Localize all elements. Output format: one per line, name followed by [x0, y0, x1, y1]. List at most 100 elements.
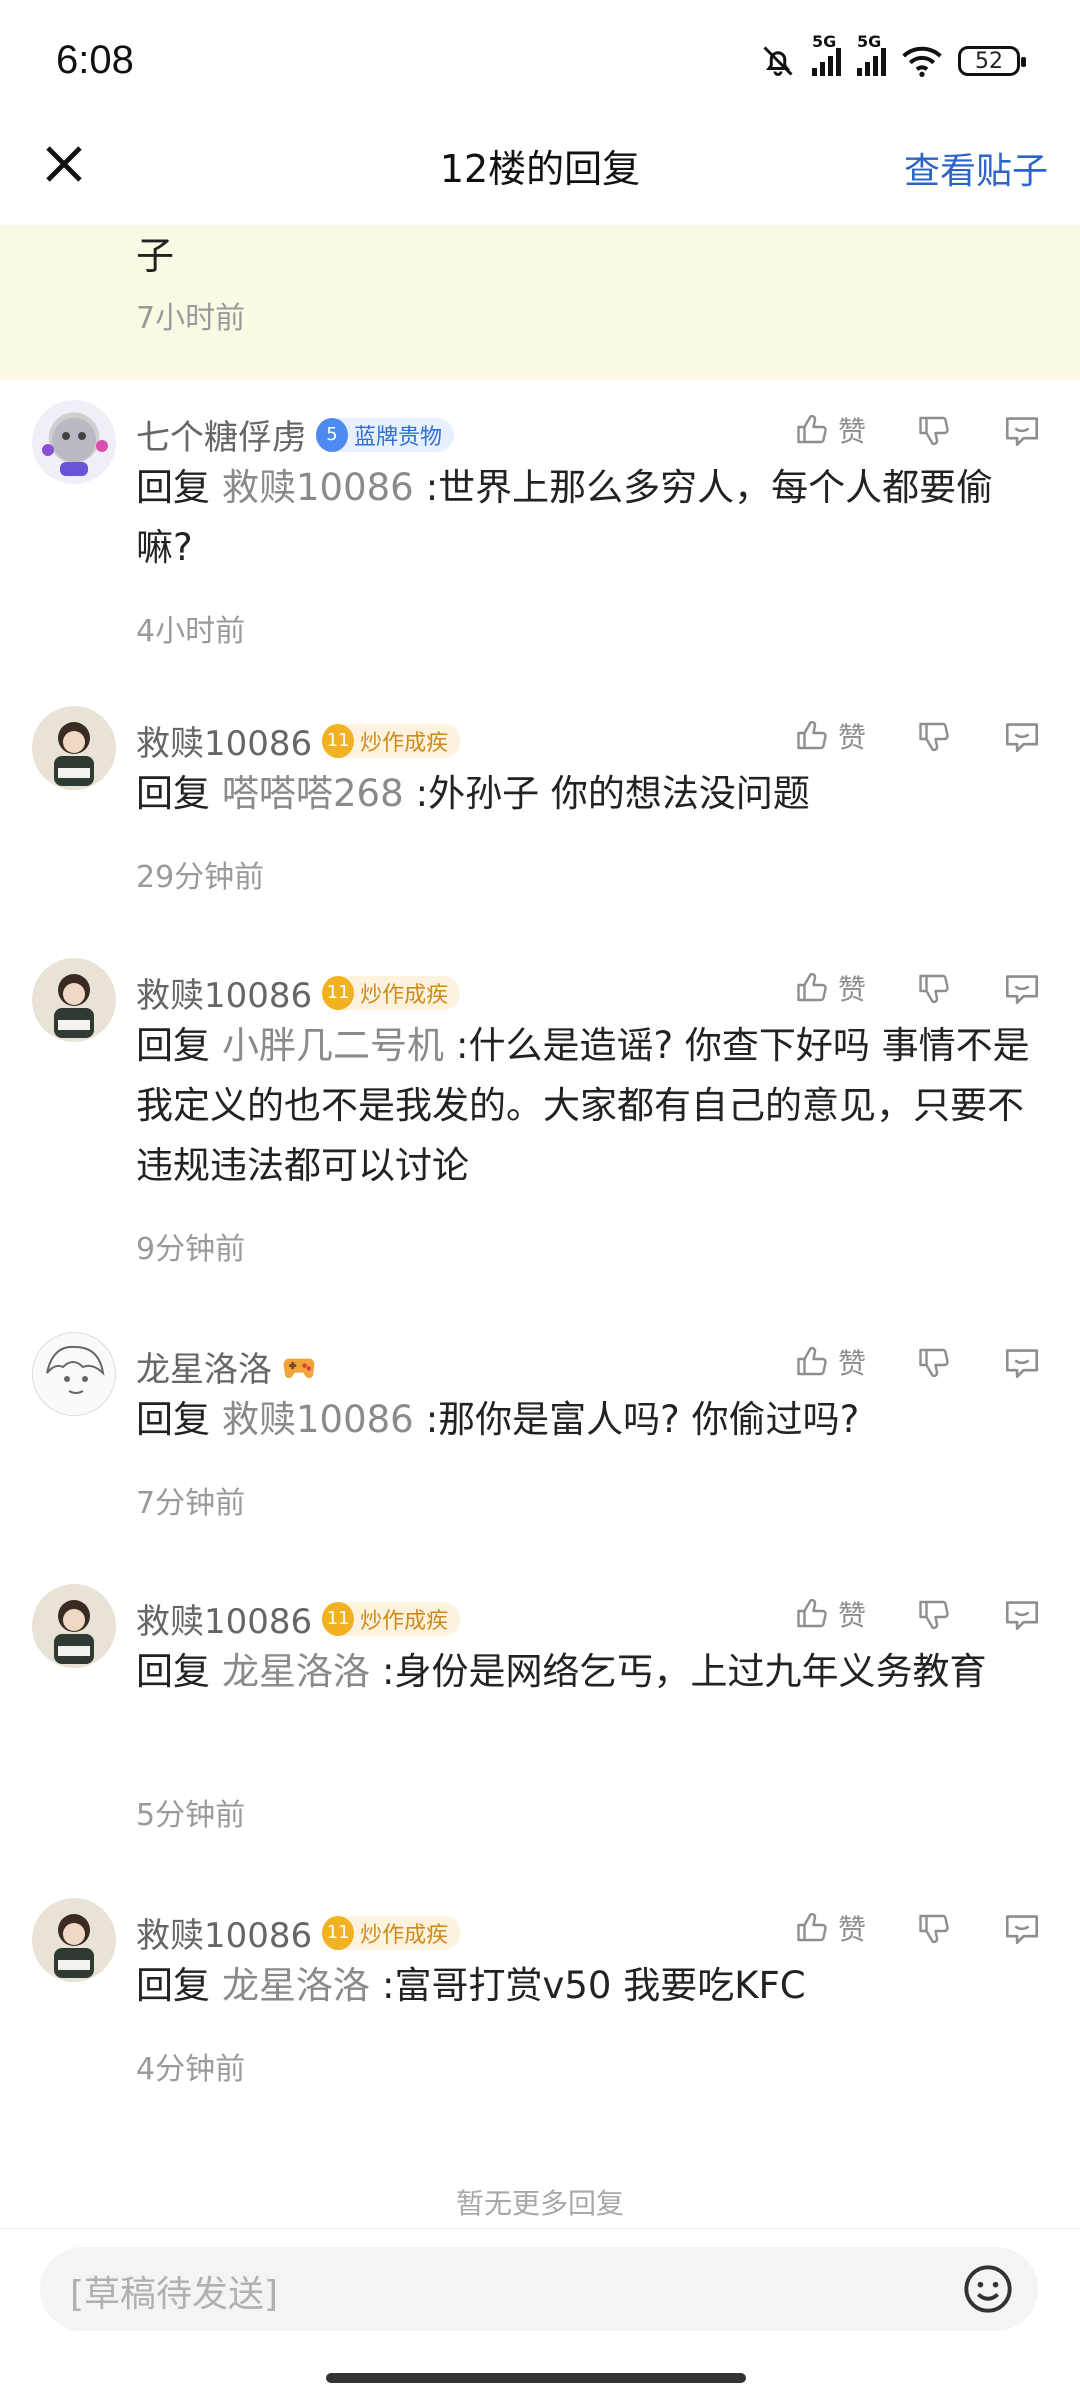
badge-label: 炒作成疾 — [360, 1608, 449, 1634]
username[interactable]: 救赎10086 11 炒作成疾 — [136, 968, 461, 1017]
floor-post-time: 7小时前 — [136, 301, 246, 336]
comment-item: 救赎10086 11 炒作成疾 赞 回复 龙星洛洛:富哥打赏v50 我要吃KFC … — [0, 1898, 1080, 2098]
fan-badge[interactable]: 11 炒作成疾 — [322, 975, 461, 1010]
comment-actions: 赞 — [794, 1908, 1042, 1948]
thumb-down-icon[interactable] — [916, 1910, 952, 1946]
avatar[interactable] — [32, 1332, 116, 1416]
reply-word: 回复 — [136, 1024, 210, 1067]
username-text: 救赎10086 — [136, 976, 313, 1016]
username-text: 救赎10086 — [136, 1602, 313, 1642]
thumb-down-icon[interactable] — [916, 970, 952, 1006]
username[interactable]: 龙星洛洛 — [136, 1342, 316, 1391]
comment-item: 救赎10086 11 炒作成疾 赞 回复 嗒嗒嗒268:外孙子 你的想法没问题 2… — [0, 706, 1080, 906]
reply-word: 回复 — [136, 1398, 210, 1441]
comment-item: 救赎10086 11 炒作成疾 赞 回复 小胖几二号机:什么是造谣? 你查下好吗 … — [0, 958, 1080, 1278]
username[interactable]: 七个糖俘虏 5 蓝牌贵物 — [136, 410, 455, 459]
reply-target[interactable]: 小胖几二号机 — [222, 1024, 444, 1067]
gamepad-icon — [283, 1358, 315, 1378]
avatar-image — [54, 1600, 94, 1664]
thumb-down-icon[interactable] — [916, 1344, 952, 1380]
badge-label: 炒作成疾 — [360, 982, 449, 1008]
reply-input-bar: [草稿待发送] — [0, 2228, 1080, 2401]
comment-text: :富哥打赏v50 我要吃KFC — [382, 1964, 806, 2007]
avatar[interactable] — [32, 706, 116, 790]
avatar[interactable] — [32, 1898, 116, 1982]
comment-item: 龙星洛洛 赞 回复 救赎10086:那你是富人吗? 你偷过吗? 7分钟前 — [0, 1332, 1080, 1532]
like-label: 赞 — [837, 721, 866, 754]
username[interactable]: 救赎10086 11 炒作成疾 — [136, 1594, 461, 1643]
reply-target[interactable]: 救赎10086 — [222, 466, 414, 509]
like-label: 赞 — [837, 1347, 866, 1380]
like-button[interactable]: 赞 — [794, 1342, 866, 1382]
reply-input[interactable]: [草稿待发送] — [40, 2247, 1038, 2331]
comment-body: 回复 救赎10086:那你是富人吗? 你偷过吗? — [136, 1390, 1046, 1450]
comment-time: 7分钟前 — [136, 1486, 246, 1521]
no-more-replies: 暂无更多回复 — [455, 2187, 624, 2220]
signal-icon: 5G — [812, 32, 841, 76]
mute-bell-icon — [763, 46, 793, 76]
like-button[interactable]: 赞 — [794, 968, 866, 1008]
home-indicator[interactable] — [326, 2373, 746, 2383]
floor-post-card: 子 7小时前 — [0, 225, 1080, 380]
avatar[interactable] — [32, 958, 116, 1042]
like-button[interactable]: 赞 — [794, 410, 866, 450]
like-button[interactable]: 赞 — [794, 1594, 866, 1634]
like-button[interactable]: 赞 — [794, 716, 866, 756]
reply-target[interactable]: 救赎10086 — [222, 1398, 414, 1441]
thumb-up-icon — [797, 414, 827, 444]
fan-badge[interactable]: 5 蓝牌贵物 — [316, 417, 455, 452]
username-text: 救赎10086 — [136, 1916, 313, 1956]
thumb-down-icon[interactable] — [916, 412, 952, 448]
comment-icon[interactable] — [1002, 1344, 1042, 1380]
reply-target[interactable]: 龙星洛洛 — [222, 1964, 370, 2007]
thumb-up-icon — [797, 972, 827, 1002]
like-button[interactable]: 赞 — [794, 1908, 866, 1948]
comment-text: :外孙子 你的想法没问题 — [415, 772, 810, 815]
fan-badge[interactable]: 11 炒作成疾 — [322, 1601, 461, 1636]
comment-time: 9分钟前 — [136, 1232, 246, 1267]
emoji-icon[interactable] — [962, 2263, 1014, 2315]
comment-icon[interactable] — [1002, 970, 1042, 1006]
username-text: 救赎10086 — [136, 724, 313, 764]
fan-badge[interactable]: 11 炒作成疾 — [322, 723, 461, 758]
avatar-image — [54, 1914, 94, 1978]
thumb-up-icon — [797, 1346, 827, 1376]
status-bar: 6:08 5G 5G 52 — [0, 0, 1080, 120]
reply-target[interactable]: 嗒嗒嗒268 — [222, 772, 404, 815]
username[interactable]: 救赎10086 11 炒作成疾 — [136, 716, 461, 765]
username[interactable]: 救赎10086 11 炒作成疾 — [136, 1908, 461, 1957]
badge-level: 11 — [322, 1601, 355, 1636]
comment-actions: 赞 — [794, 1594, 1042, 1634]
avatar[interactable] — [32, 400, 116, 484]
comment-body: 回复 嗒嗒嗒268:外孙子 你的想法没问题 — [136, 764, 1046, 824]
fan-badge[interactable]: 11 炒作成疾 — [322, 1915, 461, 1950]
badge-level: 11 — [322, 723, 355, 758]
badge-label: 蓝牌贵物 — [354, 424, 443, 450]
comment-body: 回复 小胖几二号机:什么是造谣? 你查下好吗 事情不是我定义的也不是我发的。大家都… — [136, 1016, 1046, 1196]
comment-body: 回复 救赎10086:世界上那么多穷人，每个人都要偷嘛? — [136, 458, 1046, 578]
comment-time: 29分钟前 — [136, 860, 265, 895]
comment-text: :身份是网络乞丐，上过九年义务教育 — [382, 1650, 987, 1693]
badge-level: 11 — [322, 1915, 355, 1950]
like-label: 赞 — [837, 1913, 866, 1946]
comment-icon[interactable] — [1002, 1910, 1042, 1946]
avatar[interactable] — [32, 1584, 116, 1668]
thumb-up-icon — [797, 720, 827, 750]
comment-time: 4小时前 — [136, 614, 246, 649]
avatar-image — [54, 974, 94, 1038]
comment-item: 救赎10086 11 炒作成疾 赞 回复 龙星洛洛:身份是网络乞丐，上过九年义务教… — [0, 1584, 1080, 1844]
signal-icon: 5G — [857, 32, 886, 76]
username-text: 七个糖俘虏 — [136, 418, 306, 458]
thumb-down-icon[interactable] — [916, 1596, 952, 1632]
reply-target[interactable]: 龙星洛洛 — [222, 1650, 370, 1693]
comment-icon[interactable] — [1002, 412, 1042, 448]
header: 12楼的回复 查看贴子 — [0, 120, 1080, 225]
comment-icon[interactable] — [1002, 718, 1042, 754]
avatar-image — [46, 1345, 105, 1394]
comment-time: 4分钟前 — [136, 2052, 246, 2087]
thumb-down-icon[interactable] — [916, 718, 952, 754]
view-post-link[interactable]: 查看贴子 — [904, 142, 1048, 194]
comment-icon[interactable] — [1002, 1596, 1042, 1632]
status-time: 6:08 — [56, 38, 134, 82]
badge-level: 5 — [316, 417, 348, 452]
